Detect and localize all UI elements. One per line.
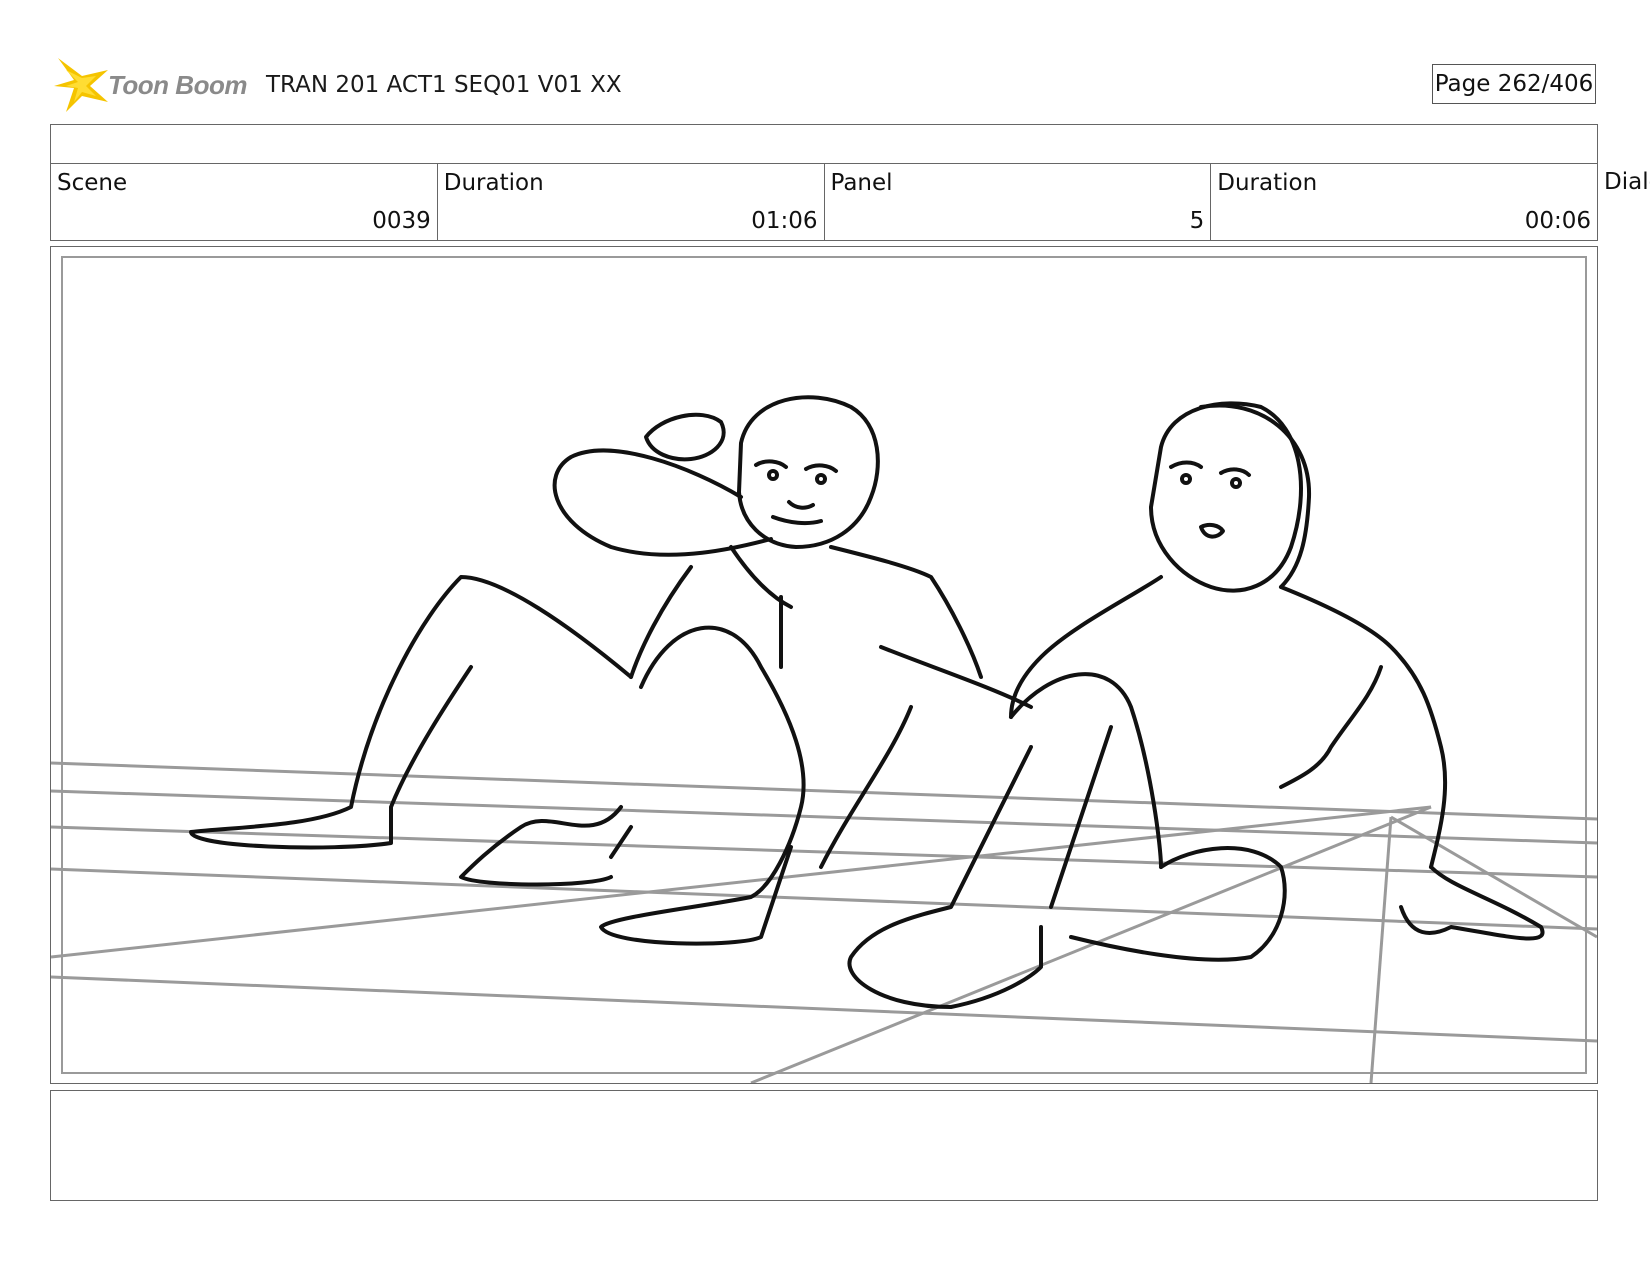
sketch-drawing (51, 395, 1597, 1083)
document-title: TRAN 201 ACT1 SEQ01 V01 XX (266, 72, 622, 98)
scene-duration-label: Duration (443, 170, 544, 196)
scene-value: 0039 (372, 208, 431, 234)
scene-cell: Scene 0039 (51, 164, 438, 240)
dialog-label: Dialo (1604, 169, 1650, 195)
panel-value: 5 (1189, 208, 1205, 234)
scene-duration-cell: Duration 01:06 (438, 164, 825, 240)
panel-label: Panel (830, 170, 893, 196)
header-strip (50, 124, 1598, 164)
man-figure (189, 395, 983, 946)
page-indicator: Page 262/406 (1432, 64, 1596, 104)
panel-duration-value: 00:06 (1524, 208, 1591, 234)
brand-name: Toon Boom (108, 70, 247, 100)
storyboard-panel (50, 246, 1598, 1084)
scene-label: Scene (57, 170, 128, 196)
info-row: Scene 0039 Duration 01:06 Panel 5 Durati… (50, 163, 1598, 241)
woman-figure (819, 401, 1545, 1009)
panel-duration-cell: Duration 00:06 (1211, 164, 1597, 240)
scene-duration-value: 01:06 (751, 208, 818, 234)
panel-cell: Panel 5 (825, 164, 1212, 240)
panel-duration-label: Duration (1217, 170, 1318, 196)
floor-grid (51, 761, 1597, 1083)
caption-box (50, 1090, 1598, 1201)
